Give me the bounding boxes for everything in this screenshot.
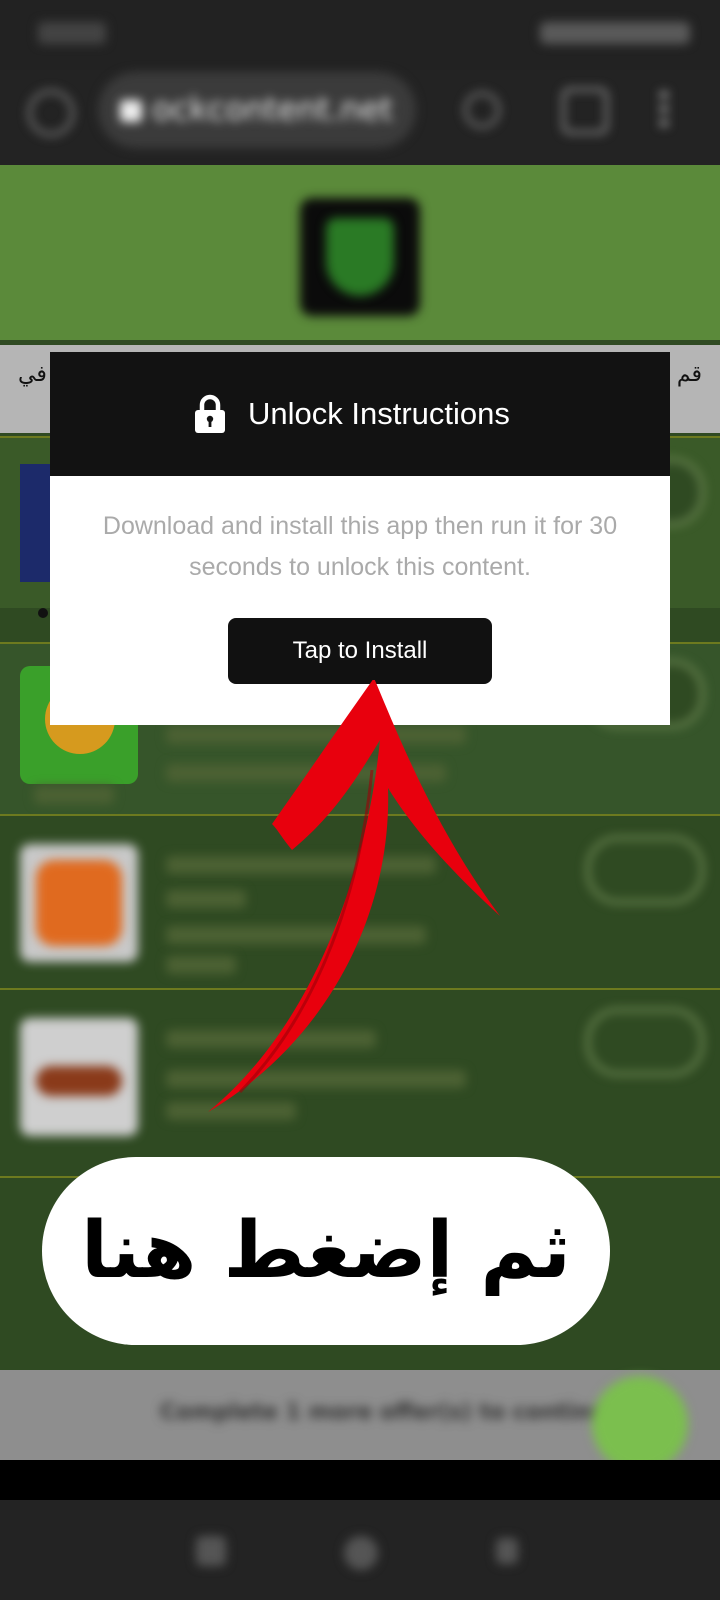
url-lock-icon <box>120 100 142 122</box>
tabs-icon[interactable] <box>562 88 608 134</box>
unlock-dialog: Unlock Instructions Download and install… <box>50 352 670 725</box>
view-button[interactable] <box>586 836 704 904</box>
app-art <box>36 1066 122 1096</box>
menu-icon[interactable] <box>660 92 668 128</box>
shield-icon <box>326 218 394 296</box>
view-button[interactable] <box>586 1008 704 1076</box>
arrow-annotation-icon <box>208 680 500 1112</box>
banner-text-right: قم <box>676 362 702 387</box>
dot-indicator <box>38 608 48 618</box>
callout-text: ثم إضغط هنا <box>81 1206 571 1296</box>
tap-to-install-button[interactable]: Tap to Install <box>228 618 492 684</box>
dialog-header: Unlock Instructions <box>50 352 670 476</box>
dialog-title: Unlock Instructions <box>248 396 510 431</box>
new-tab-icon[interactable] <box>464 92 500 128</box>
chat-fab-button[interactable] <box>592 1376 688 1472</box>
offer-status-text: Complete 1 more offer(s) to continue <box>160 1400 621 1425</box>
dialog-message: Download and install this app then run i… <box>102 512 618 581</box>
status-time <box>38 22 106 44</box>
recents-icon[interactable] <box>196 1536 226 1566</box>
status-icons <box>540 22 690 44</box>
page-bottom-band <box>0 1460 720 1500</box>
back-icon[interactable] <box>496 1538 518 1564</box>
url-text: ockcontent.net <box>152 90 393 128</box>
system-nav-bar <box>0 1500 720 1600</box>
app-rating <box>34 786 114 804</box>
callout-bubble: ثم إضغط هنا <box>42 1157 610 1345</box>
lock-icon <box>195 394 225 433</box>
download-icon <box>36 860 122 946</box>
home-nav-icon[interactable] <box>344 1536 378 1570</box>
status-bar <box>0 0 720 70</box>
home-icon[interactable] <box>28 90 74 136</box>
banner-text-left: في <box>18 362 47 387</box>
